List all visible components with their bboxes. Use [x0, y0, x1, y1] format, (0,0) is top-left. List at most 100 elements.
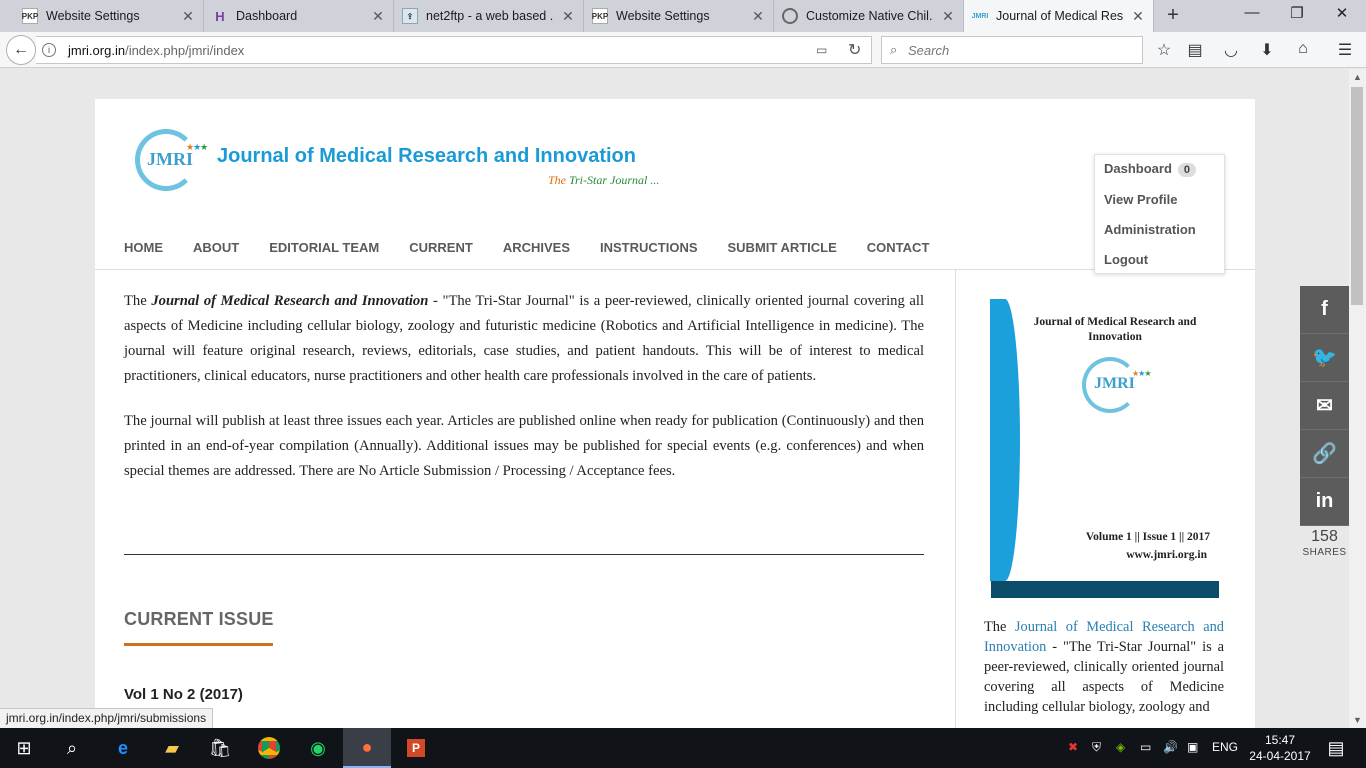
browser-tab[interactable]: PKP Website Settings ✕ — [584, 0, 774, 32]
sidebar-description: The Journal of Medical Research and Inno… — [984, 617, 1224, 717]
browser-tab[interactable]: ⇪ net2ftp - a web based ... ✕ — [394, 0, 584, 32]
file-explorer-icon[interactable]: ▰ — [148, 728, 196, 768]
site-title[interactable]: Journal of Medical Research and Innovati… — [217, 145, 636, 168]
browser-tab-active[interactable]: JMRI Journal of Medical Res... ✕ — [964, 0, 1154, 32]
current-issue-heading: CURRENT ISSUE — [124, 609, 274, 629]
address-url[interactable]: jmri.org.in/index.php/jmri/index — [68, 43, 244, 58]
net2ftp-favicon-icon: ⇪ — [402, 8, 418, 24]
nav-instructions[interactable]: INSTRUCTIONS — [600, 240, 698, 255]
network-tray-icon[interactable]: ▣ — [1187, 740, 1198, 754]
menu-item-label: Dashboard — [1104, 161, 1172, 176]
logo-stars-icon: ★★★ — [186, 142, 208, 152]
nav-current[interactable]: CURRENT — [409, 240, 473, 255]
nav-home[interactable]: HOME — [124, 240, 163, 255]
close-tab-icon[interactable]: ✕ — [751, 8, 765, 25]
reader-view-icon[interactable]: ▭ — [816, 43, 827, 57]
browser-tab[interactable]: Customize Native Chil... ✕ — [774, 0, 964, 32]
page-scrollbar[interactable]: ▲ ▼ — [1349, 69, 1366, 728]
search-input[interactable]: ⌕ Search — [881, 36, 1143, 64]
nav-editorial-team[interactable]: EDITORIAL TEAM — [269, 240, 379, 255]
issue-title[interactable]: Vol 1 No 2 (2017) — [124, 686, 243, 703]
scrollbar-thumb[interactable] — [1351, 87, 1363, 305]
search-placeholder: Search — [908, 43, 950, 58]
site-info-icon[interactable]: i — [42, 43, 56, 57]
chrome-icon[interactable] — [245, 728, 293, 768]
hamburger-menu-icon[interactable]: ☰ — [1334, 40, 1356, 60]
close-tab-icon[interactable]: ✕ — [181, 8, 195, 25]
reload-icon[interactable]: ↻ — [848, 40, 861, 60]
powerpoint-icon[interactable]: P — [392, 728, 440, 768]
search-icon: ⌕ — [890, 42, 898, 57]
taskbar-clock[interactable]: 15:47 24-04-2017 — [1249, 732, 1311, 764]
link-status-bar: jmri.org.in/index.php/jmri/submissions — [0, 708, 214, 728]
divider — [955, 269, 956, 728]
copy-link-icon[interactable]: 🔗 — [1300, 430, 1349, 478]
cover-title: Journal of Medical Research and Innovati… — [1033, 316, 1197, 343]
notification-count-badge: 0 — [1177, 163, 1197, 177]
publication-paragraph: The journal will publish at least three … — [124, 413, 924, 479]
nav-archives[interactable]: ARCHIVES — [503, 240, 570, 255]
search-taskbar-icon[interactable]: ⌕ — [48, 728, 96, 768]
menu-item-logout[interactable]: Logout — [1104, 252, 1148, 267]
language-indicator[interactable]: ENG — [1212, 740, 1238, 754]
site-tagline: The Tri-Star Journal ... — [548, 173, 659, 188]
downloads-icon[interactable]: ⬇ — [1256, 40, 1278, 60]
close-tab-icon[interactable]: ✕ — [941, 8, 955, 25]
tab-label: Customize Native Chil... — [806, 9, 933, 23]
cover-website: www.jmri.org.in — [1126, 549, 1207, 561]
bookmarks-library-icon[interactable]: ▤ — [1184, 40, 1206, 60]
whatsapp-icon[interactable]: ◉ — [294, 728, 342, 768]
store-icon[interactable]: 🛍 — [196, 728, 244, 768]
browser-tab[interactable]: H Dashboard ✕ — [204, 0, 394, 32]
browser-tab[interactable]: PKP Website Settings ✕ — [14, 0, 204, 32]
facebook-share-icon[interactable]: f — [1300, 286, 1349, 334]
pkp-favicon-icon: PKP — [592, 8, 608, 24]
bookmark-star-icon[interactable]: ☆ — [1153, 40, 1175, 60]
windows-start-icon[interactable]: ⊞ — [0, 728, 48, 768]
share-count: 158 — [1311, 528, 1338, 545]
menu-item-administration[interactable]: Administration — [1104, 222, 1196, 237]
close-tab-icon[interactable]: ✕ — [561, 8, 575, 25]
restore-window-icon[interactable]: ❐ — [1275, 4, 1319, 22]
battery-tray-icon[interactable]: ▭ — [1140, 740, 1151, 754]
scroll-down-arrow-icon[interactable]: ▼ — [1349, 715, 1366, 725]
antivirus-tray-icon[interactable]: ✖ — [1068, 740, 1078, 754]
volume-tray-icon[interactable]: 🔊 — [1163, 740, 1178, 754]
new-tab-icon[interactable]: + — [1160, 4, 1186, 27]
share-widget: f 🐦 ✉ 🔗 in — [1300, 286, 1349, 526]
scroll-up-arrow-icon[interactable]: ▲ — [1349, 72, 1366, 82]
close-window-icon[interactable]: ✕ — [1320, 4, 1364, 22]
tab-label: Website Settings — [46, 9, 140, 23]
close-tab-icon[interactable]: ✕ — [1131, 8, 1145, 25]
nav-contact[interactable]: CONTACT — [867, 240, 930, 255]
firefox-icon[interactable]: ● — [343, 728, 391, 768]
nvidia-tray-icon[interactable]: ◈ — [1116, 740, 1125, 754]
twitter-share-icon[interactable]: 🐦 — [1300, 334, 1349, 382]
cover-bottom-bar — [991, 581, 1219, 598]
menu-item-view-profile[interactable]: View Profile — [1104, 192, 1177, 207]
menu-item-dashboard[interactable]: Dashboard 0 — [1104, 161, 1197, 177]
action-center-icon[interactable]: ▤ — [1316, 728, 1356, 768]
tab-label: Journal of Medical Res... — [996, 9, 1123, 23]
linkedin-share-icon[interactable]: in — [1300, 478, 1349, 526]
defender-tray-icon[interactable]: ⛨ — [1092, 740, 1101, 755]
url-path: /index.php/jmri/index — [125, 43, 245, 58]
back-arrow-icon[interactable]: ← — [6, 35, 36, 65]
nav-submit-article[interactable]: SUBMIT ARTICLE — [728, 240, 837, 255]
tab-label: net2ftp - a web based ... — [426, 9, 553, 23]
primary-nav: HOME ABOUT EDITORIAL TEAM CURRENT ARCHIV… — [124, 240, 959, 255]
address-bar[interactable]: i jmri.org.in/index.php/jmri/index ▭ ↻ — [36, 36, 872, 64]
close-tab-icon[interactable]: ✕ — [371, 8, 385, 25]
nav-about[interactable]: ABOUT — [193, 240, 239, 255]
minimize-window-icon[interactable]: — — [1230, 4, 1274, 21]
url-host: jmri.org.in — [68, 43, 126, 58]
email-share-icon[interactable]: ✉ — [1300, 382, 1349, 430]
journal-cover-image[interactable]: Journal of Medical Research and Innovati… — [990, 299, 1220, 599]
main-content: The Journal of Medical Research and Inno… — [124, 289, 924, 504]
edge-browser-icon[interactable]: e — [99, 728, 147, 768]
content-divider — [124, 554, 924, 555]
intro-paragraph: The Journal of Medical Research and Inno… — [124, 289, 924, 389]
home-icon[interactable]: ⌂ — [1292, 40, 1314, 58]
pocket-icon[interactable]: ◡ — [1220, 40, 1242, 60]
pkp-favicon-icon: PKP — [22, 8, 38, 24]
